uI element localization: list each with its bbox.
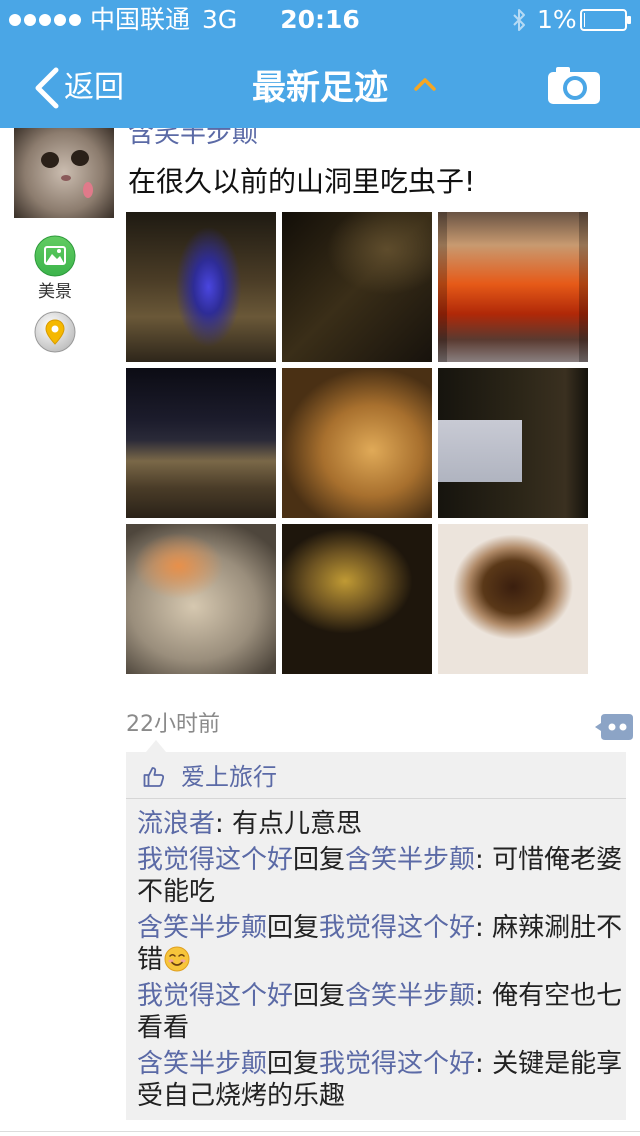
avatar[interactable] [14,116,114,218]
comment-box-arrow [146,740,166,752]
comment-separator: : [475,913,493,943]
comment-separator: : [215,809,233,839]
photo-thumbnail-3[interactable] [438,212,588,362]
post-timestamp: 22小时前 [126,712,220,737]
signal-strength-dots-icon [9,14,81,26]
smiling-face-emoji-icon [164,946,190,972]
comment-text: 有点儿意思 [232,809,363,839]
comment-item[interactable]: 我觉得这个好回复含笑半步颠: 俺有空也七看看 [137,980,625,1044]
photo-thumbnail-8[interactable] [282,524,432,674]
photo-thumbnail-2[interactable] [282,212,432,362]
comment-separator: : [475,1049,493,1079]
landscape-icon[interactable] [34,235,76,277]
bluetooth-icon [513,9,525,31]
photo-thumbnail-7[interactable] [126,524,276,674]
reply-to-link[interactable]: 含笑半步颠 [345,845,475,875]
reply-label: 回复 [267,913,320,943]
liker-name-link[interactable]: 爱上旅行 [181,752,277,802]
back-button[interactable]: 返回 [28,60,138,116]
status-time: 20:16 [280,5,360,34]
comment-item[interactable]: 我觉得这个好回复含笑半步颠: 可惜俺老婆不能吃 [137,844,625,908]
comment-more-icon[interactable] [594,712,634,742]
comment-item[interactable]: 含笑半步颠回复我觉得这个好: 麻辣涮肚不错 [137,912,625,976]
category-label: 美景 [38,282,72,302]
comment-item[interactable]: 含笑半步颠回复我觉得这个好: 关键是能享受自己烧烤的乐趣 [137,1048,625,1112]
photo-thumbnail-4[interactable] [126,368,276,518]
photo-thumbnail-6[interactable] [438,368,588,518]
cell-divider [0,1131,640,1132]
likes-divider [126,798,626,799]
comment-author-link[interactable]: 我觉得这个好 [137,845,293,875]
battery-percent: 1% [537,5,577,34]
comment-author-link[interactable]: 流浪者 [137,809,215,839]
comment-author-link[interactable]: 我觉得这个好 [137,981,293,1011]
battery-icon [580,9,631,31]
reply-to-link[interactable]: 含笑半步颠 [345,981,475,1011]
reply-label: 回复 [293,845,346,875]
thumbs-up-icon [143,767,165,787]
comment-box: 爱上旅行 流浪者: 有点儿意思 我觉得这个好回复含笑半步颠: 可惜俺老婆不能吃 含笑… [126,752,626,1120]
camera-icon[interactable] [546,64,602,106]
photo-thumbnail-5[interactable] [282,368,432,518]
reply-label: 回复 [293,981,346,1011]
network-type: 3G [202,5,238,34]
location-pin-icon[interactable] [34,311,76,353]
top-bar: 中国联通 3G 20:16 1% 返回 最新足迹 [0,0,640,128]
comment-author-link[interactable]: 含笑半步颠 [137,913,267,943]
likes-row: 爱上旅行 [126,752,626,798]
reply-label: 回复 [267,1049,320,1079]
comments-list: 流浪者: 有点儿意思 我觉得这个好回复含笑半步颠: 可惜俺老婆不能吃 含笑半步颠回复… [137,808,625,1116]
back-button-label: 返回 [64,70,124,105]
chevron-up-icon[interactable] [413,76,437,92]
chevron-left-icon [35,67,59,109]
comment-author-link[interactable]: 含笑半步颠 [137,1049,267,1079]
reply-to-link[interactable]: 我觉得这个好 [319,1049,475,1079]
photo-thumbnail-9[interactable] [438,524,588,674]
carrier-name: 中国联通 [90,5,191,34]
comment-separator: : [475,845,493,875]
cat-avatar [14,116,114,218]
photo-thumbnail-1[interactable] [126,212,276,362]
post-text: 在很久以前的山洞里吃虫子! [128,165,476,198]
reply-to-link[interactable]: 我觉得这个好 [319,913,475,943]
comment-separator: : [475,981,493,1011]
comment-item[interactable]: 流浪者: 有点儿意思 [137,808,625,840]
photo-grid [126,212,588,674]
